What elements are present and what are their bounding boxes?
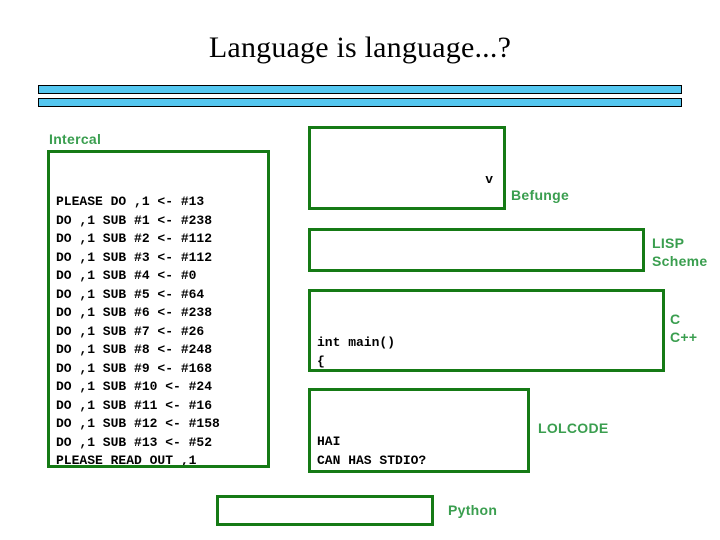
- code-text-c: int main() { printf("%s\n", "Hello, worl…: [317, 335, 396, 369]
- language-label-c: C C++: [670, 311, 698, 345]
- code-text-lolcode: HAI CAN HAS STDIO? VISIBLE "HAI WORLD!" …: [317, 434, 427, 468]
- language-label-intercal: Intercal: [49, 131, 102, 147]
- code-block-python: print 'Hello, World!': [216, 495, 434, 526]
- code-block-lolcode: HAI CAN HAS STDIO? VISIBLE "HAI WORLD!" …: [308, 388, 530, 473]
- page-title: Language is language...?: [208, 31, 512, 64]
- divider-bar-bottom: [38, 98, 682, 107]
- divider-bar-top: [38, 85, 682, 94]
- title-divider: [38, 85, 682, 111]
- language-label-lolcode: LOLCODE: [538, 420, 609, 436]
- code-block-intercal: PLEASE DO ,1 <- #13 DO ,1 SUB #1 <- #238…: [47, 150, 270, 468]
- code-block-lisp: (DEFUN HELLO-WORLD () (PRINT (LIST 'HELL…: [308, 228, 645, 272]
- language-label-python: Python: [448, 502, 498, 518]
- code-block-befunge: v >v"Hello world!"0< ,: ^_25*,@: [308, 126, 506, 210]
- language-label-lisp: LISP Scheme: [652, 235, 708, 269]
- code-block-c: int main() { printf("%s\n", "Hello, worl…: [308, 289, 665, 372]
- language-label-befunge: Befunge: [511, 187, 570, 203]
- code-text-befunge-first-line: v: [485, 172, 493, 187]
- code-text-intercal: PLEASE DO ,1 <- #13 DO ,1 SUB #1 <- #238…: [56, 194, 220, 468]
